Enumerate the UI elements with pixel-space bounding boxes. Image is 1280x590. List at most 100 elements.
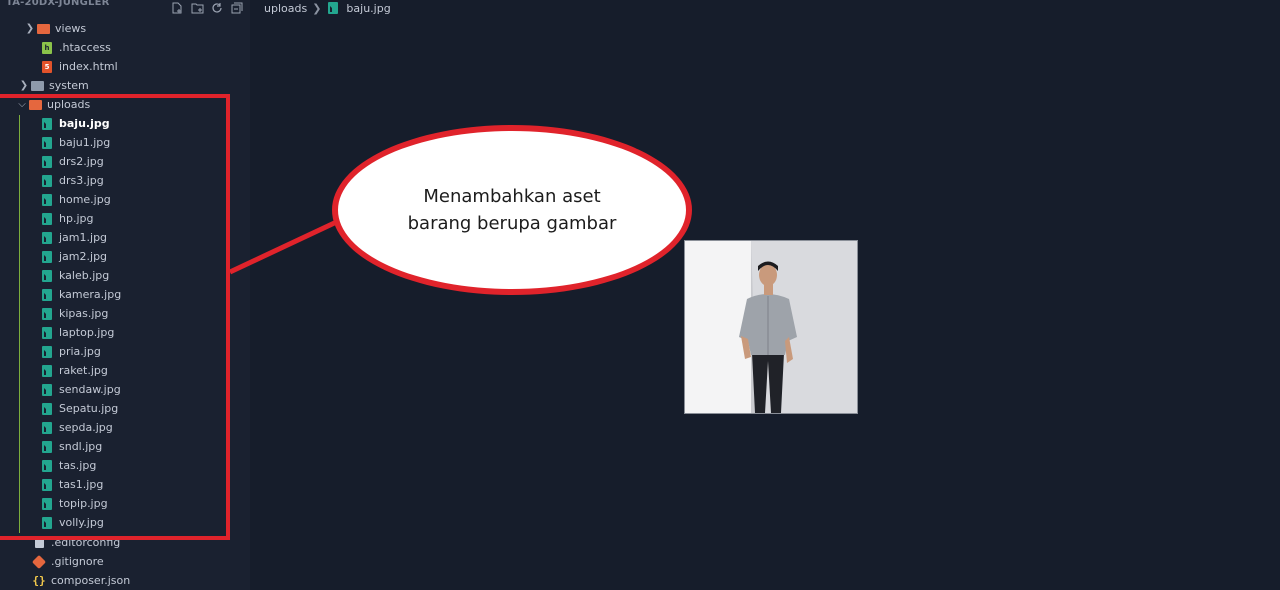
- tree-file-htaccess[interactable]: h .htaccess: [40, 38, 111, 57]
- new-folder-icon[interactable]: [190, 1, 204, 14]
- tree-item-label: raket.jpg: [59, 364, 108, 377]
- callout-text-line-1: Menambahkan aset: [423, 186, 601, 207]
- tree-file-item[interactable]: sndl.jpg: [40, 437, 102, 456]
- tree-file-item[interactable]: kipas.jpg: [40, 304, 108, 323]
- callout-text-line-2: barang berupa gambar: [407, 213, 617, 234]
- jpg-file-icon: [40, 516, 54, 530]
- tree-file-item[interactable]: kamera.jpg: [40, 285, 121, 304]
- htaccess-file-icon: h: [40, 41, 54, 55]
- tree-file-item[interactable]: baju.jpg: [40, 114, 110, 133]
- jpg-file-icon: [40, 478, 54, 492]
- tree-folder-uploads[interactable]: ⌵ uploads: [16, 95, 90, 114]
- tree-file-gitignore[interactable]: .gitignore: [31, 552, 104, 571]
- tree-item-label: index.html: [59, 60, 118, 73]
- tree-item-label: drs2.jpg: [59, 155, 104, 168]
- tree-file-item[interactable]: topip.jpg: [40, 494, 108, 513]
- tree-item-label: sndl.jpg: [59, 440, 103, 453]
- refresh-icon[interactable]: [210, 1, 224, 14]
- breadcrumb-folder[interactable]: uploads: [264, 2, 307, 15]
- callout-bubble: Menambahkan aset barang berupa gambar: [332, 125, 692, 295]
- tree-file-item[interactable]: hp.jpg: [40, 209, 93, 228]
- tree-item-label: system: [49, 79, 89, 92]
- tree-file-item[interactable]: baju1.jpg: [40, 133, 110, 152]
- tree-item-label: kamera.jpg: [59, 288, 122, 301]
- tree-item-label: home.jpg: [59, 193, 111, 206]
- jpg-file-icon: [40, 117, 54, 131]
- tree-item-label: .gitignore: [51, 555, 104, 568]
- jpg-file-icon: [40, 174, 54, 188]
- tree-item-label: kipas.jpg: [59, 307, 109, 320]
- chevron-right-icon: ❯: [312, 1, 322, 15]
- tree-item-label: uploads: [47, 98, 91, 111]
- jpg-file-icon: [40, 383, 54, 397]
- jpg-file-icon: [40, 326, 54, 340]
- tree-item-label: views: [55, 22, 87, 35]
- tree-file-composer-json[interactable]: {} composer.json: [32, 571, 130, 590]
- tree-item-label: hp.jpg: [59, 212, 94, 225]
- new-file-icon[interactable]: [170, 1, 184, 14]
- workspace-title[interactable]: TA-20DX-JUNGLER: [6, 0, 110, 8]
- chevron-down-icon: ⌵: [18, 99, 26, 110]
- tree-item-label: baju1.jpg: [59, 136, 111, 149]
- jpg-file-icon: [40, 250, 54, 264]
- tree-item-label: laptop.jpg: [59, 326, 115, 339]
- tree-item-label: sendaw.jpg: [59, 383, 121, 396]
- tree-file-item[interactable]: drs3.jpg: [40, 171, 104, 190]
- tree-file-item[interactable]: kaleb.jpg: [40, 266, 109, 285]
- tree-item-label: pria.jpg: [59, 345, 101, 358]
- jpg-file-icon: [40, 269, 54, 283]
- jpg-file-icon: [40, 231, 54, 245]
- jpg-file-icon: [40, 155, 54, 169]
- git-file-icon: [31, 554, 47, 569]
- jpg-file-icon: [40, 364, 54, 378]
- tree-file-item[interactable]: sendaw.jpg: [40, 380, 121, 399]
- jpg-file-icon: [40, 440, 54, 454]
- tree-folder-views[interactable]: ❯ views: [24, 19, 86, 38]
- tree-file-item[interactable]: tas.jpg: [40, 456, 96, 475]
- tree-file-item[interactable]: volly.jpg: [40, 513, 104, 532]
- breadcrumb: uploads ❯ baju.jpg: [264, 0, 391, 16]
- jpg-file-icon: [40, 497, 54, 511]
- tree-item-label: tas1.jpg: [59, 478, 104, 491]
- indent-guide: [19, 115, 20, 533]
- collapse-all-icon[interactable]: [230, 1, 244, 14]
- image-preview: [684, 240, 858, 414]
- tree-file-item[interactable]: jam2.jpg: [40, 247, 107, 266]
- jpg-file-icon: [40, 459, 54, 473]
- tree-file-item[interactable]: tas1.jpg: [40, 475, 103, 494]
- jpg-file-icon: [40, 136, 54, 150]
- tree-folder-system[interactable]: ❯ system: [18, 76, 89, 95]
- tree-file-item[interactable]: drs2.jpg: [40, 152, 104, 171]
- tree-item-label: topip.jpg: [59, 497, 108, 510]
- jpg-file-icon: [40, 307, 54, 321]
- tree-file-item[interactable]: raket.jpg: [40, 361, 108, 380]
- tree-item-label: sepda.jpg: [59, 421, 113, 434]
- tree-item-label: baju.jpg: [59, 117, 110, 130]
- folder-icon: [30, 79, 44, 93]
- jpg-file-icon: [326, 1, 340, 15]
- jpg-file-icon: [40, 421, 54, 435]
- tree-file-item[interactable]: pria.jpg: [40, 342, 101, 361]
- json-file-icon: {}: [32, 574, 46, 587]
- breadcrumb-file[interactable]: baju.jpg: [346, 2, 390, 15]
- jpg-file-icon: [40, 402, 54, 416]
- html-file-icon: 5: [40, 60, 54, 74]
- folder-open-icon: [28, 98, 42, 112]
- folder-icon: [36, 22, 50, 36]
- tree-item-label: composer.json: [51, 574, 131, 587]
- tree-file-item[interactable]: Sepatu.jpg: [40, 399, 118, 418]
- tree-item-label: .htaccess: [59, 41, 111, 54]
- tree-file-editorconfig[interactable]: .editorconfig: [32, 533, 120, 552]
- tree-item-label: .editorconfig: [51, 536, 121, 549]
- editorconfig-file-icon: [32, 536, 46, 550]
- tree-file-item[interactable]: laptop.jpg: [40, 323, 114, 342]
- explorer-header: TA-20DX-JUNGLER: [0, 0, 250, 16]
- tree-item-label: Sepatu.jpg: [59, 402, 119, 415]
- tree-file-item[interactable]: jam1.jpg: [40, 228, 107, 247]
- tree-file-index-html[interactable]: 5 index.html: [40, 57, 118, 76]
- tree-file-item[interactable]: home.jpg: [40, 190, 111, 209]
- chevron-right-icon: ❯: [19, 80, 29, 91]
- tree-item-label: volly.jpg: [59, 516, 104, 529]
- tree-item-label: jam2.jpg: [59, 250, 108, 263]
- tree-file-item[interactable]: sepda.jpg: [40, 418, 113, 437]
